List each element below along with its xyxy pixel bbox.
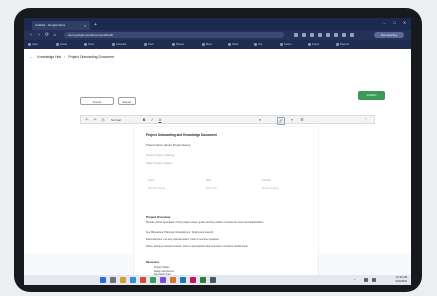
bookmark-item[interactable]: Notion bbox=[280, 42, 292, 47]
breadcrumb-parent[interactable]: Knowledge Hub bbox=[37, 55, 61, 59]
breadcrumb-current: Project Onboarding Document bbox=[68, 55, 114, 59]
undo-icon[interactable]: ↶ bbox=[84, 117, 90, 123]
table-cell: [Role Title] bbox=[206, 187, 218, 190]
tray-expand-icon[interactable]: ^ bbox=[354, 278, 355, 282]
bookmark-item[interactable]: Reports bbox=[336, 42, 349, 47]
bookmark-item[interactable]: Slack bbox=[228, 42, 238, 47]
clock-date: 6/14/2024 bbox=[395, 280, 407, 283]
window-controls: – □ ✕ bbox=[382, 20, 407, 25]
document-line: Project Name: [Enter Project Name] bbox=[146, 143, 191, 147]
back-arrow-icon[interactable]: ← bbox=[30, 55, 33, 59]
bookmark-item[interactable]: Jira bbox=[254, 42, 262, 47]
browser-title-bar: Untitled - Google Docs × + – □ ✕ bbox=[24, 18, 411, 30]
new-tab-button[interactable]: + bbox=[94, 21, 97, 30]
bookmark-item[interactable]: Apps bbox=[28, 42, 38, 47]
browser-icon[interactable] bbox=[130, 277, 136, 283]
volume-icon[interactable] bbox=[372, 278, 376, 282]
app-icon[interactable] bbox=[150, 277, 156, 283]
table-header: Role bbox=[206, 179, 212, 182]
reload-icon[interactable]: ⟳ bbox=[44, 32, 50, 38]
screen: Untitled - Google Docs × + – □ ✕ ‹ › ⟳ ⌂… bbox=[24, 18, 411, 285]
more-options-icon[interactable]: ⋮ bbox=[363, 117, 369, 123]
wifi-icon[interactable] bbox=[364, 278, 368, 282]
list-heading: Resources bbox=[146, 261, 160, 264]
paragraph: Dependencies: List any external teams, t… bbox=[146, 238, 220, 241]
extension-icon[interactable] bbox=[294, 33, 298, 37]
bookmarks-bar: Apps Gmail Drive Calendar Docs Sheets Me… bbox=[24, 40, 411, 49]
address-bar-row: ‹ › ⟳ ⌂ docs.google.com/document/d/edit … bbox=[24, 30, 411, 40]
app-icon[interactable] bbox=[140, 277, 146, 283]
extension-icon[interactable] bbox=[302, 33, 306, 37]
bookmark-item[interactable]: Docs bbox=[144, 42, 154, 47]
align-icon[interactable]: ≡ bbox=[289, 117, 295, 123]
url-input[interactable]: docs.google.com/document/d/edit bbox=[64, 32, 284, 38]
publish-button[interactable]: Publish bbox=[358, 91, 385, 100]
underline-button[interactable]: U bbox=[157, 117, 163, 123]
back-icon[interactable]: ‹ bbox=[28, 32, 34, 38]
bookmark-item[interactable]: Gmail bbox=[56, 42, 67, 47]
minimize-icon[interactable]: – bbox=[382, 20, 387, 25]
paragraph: Key Milestones: Planning, Development, T… bbox=[146, 231, 214, 234]
start-icon[interactable] bbox=[100, 277, 106, 283]
print-icon[interactable]: ⎙ bbox=[100, 117, 106, 123]
file-explorer-icon[interactable] bbox=[120, 277, 126, 283]
app-icon[interactable] bbox=[200, 277, 206, 283]
document-title: Project Onboarding and Knowledge Documen… bbox=[146, 133, 217, 137]
home-icon[interactable]: ⌂ bbox=[52, 32, 58, 38]
search-icon[interactable] bbox=[110, 277, 116, 283]
table-header: Contact bbox=[262, 179, 271, 182]
italic-button[interactable]: I bbox=[149, 117, 155, 123]
breadcrumb: ← Knowledge Hub › Project Onboarding Doc… bbox=[30, 55, 114, 59]
table-cell: [Email Address] bbox=[262, 187, 279, 190]
profile-button[interactable]: Not syncing bbox=[374, 32, 404, 38]
export-button[interactable]: Export bbox=[118, 97, 136, 105]
app-icon[interactable] bbox=[160, 277, 166, 283]
extension-icon[interactable] bbox=[342, 33, 346, 37]
table-cell: [Member Name] bbox=[148, 187, 166, 190]
redo-icon[interactable]: ↷ bbox=[92, 117, 98, 123]
extension-icon[interactable] bbox=[326, 33, 330, 37]
paragraph-style-select[interactable]: Normal bbox=[111, 117, 133, 123]
extension-icon[interactable] bbox=[350, 33, 354, 37]
bookmark-item[interactable]: Drive bbox=[84, 42, 94, 47]
link-icon[interactable]: 🔗 bbox=[277, 117, 285, 125]
table-header: Team bbox=[148, 179, 155, 182]
document-line: Project Owner: [Name] bbox=[146, 153, 175, 157]
app-icon[interactable] bbox=[210, 277, 216, 283]
extension-icon[interactable] bbox=[334, 33, 338, 37]
text-color-icon[interactable]: ● bbox=[257, 117, 263, 123]
app-content: ← Knowledge Hub › Project Onboarding Doc… bbox=[24, 49, 411, 285]
breadcrumb-separator: › bbox=[64, 55, 66, 59]
extension-icon[interactable] bbox=[310, 33, 314, 37]
extension-icon[interactable] bbox=[318, 33, 322, 37]
editor-toolbar: ↶ ↷ ⎙ Normal B I U ● 🔗 ≡ ☰ ⋮ bbox=[80, 115, 375, 125]
paragraph: Provide a brief description of the proje… bbox=[146, 221, 265, 224]
bold-button[interactable]: B bbox=[141, 117, 147, 123]
paragraph: Notes: Add any relevant context, risks o… bbox=[146, 245, 249, 248]
forward-icon[interactable]: › bbox=[36, 32, 42, 38]
maximize-icon[interactable]: □ bbox=[392, 20, 397, 25]
app-icon[interactable] bbox=[170, 277, 176, 283]
document-page[interactable]: Project Onboarding and Knowledge Documen… bbox=[134, 127, 318, 285]
app-icon[interactable] bbox=[180, 277, 186, 283]
browser-tab[interactable]: Untitled - Google Docs bbox=[32, 21, 90, 30]
close-window-icon[interactable]: ✕ bbox=[402, 20, 407, 25]
list-icon[interactable]: ☰ bbox=[299, 117, 305, 123]
tab-close-icon[interactable]: × bbox=[84, 21, 86, 30]
bookmark-item[interactable]: Sheets bbox=[172, 42, 184, 47]
section-heading: Project Overview bbox=[146, 215, 171, 219]
bookmark-item[interactable]: Calendar bbox=[112, 42, 127, 47]
document-line: Date Created: [Date] bbox=[146, 161, 172, 165]
taskbar: ^ 10:42 AM 6/14/2024 bbox=[24, 275, 411, 285]
clock[interactable]: 10:42 AM 6/14/2024 bbox=[395, 276, 407, 284]
bookmark-item[interactable]: Figma bbox=[308, 42, 319, 47]
import-button[interactable]: Import bbox=[80, 97, 114, 105]
app-icon[interactable] bbox=[190, 277, 196, 283]
bookmark-item[interactable]: Meet bbox=[202, 42, 212, 47]
